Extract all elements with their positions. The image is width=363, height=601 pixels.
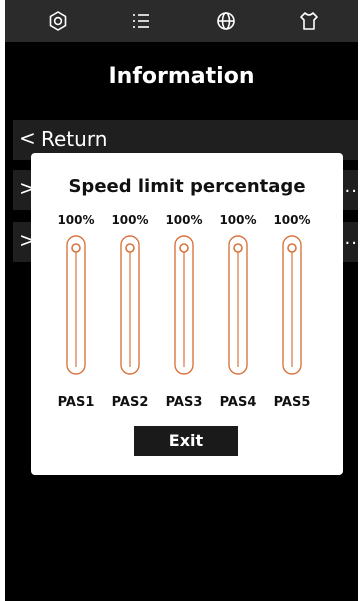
slider-pas2: 100% PAS2 bbox=[105, 213, 155, 413]
gear-icon[interactable] bbox=[47, 10, 69, 32]
slider-track[interactable] bbox=[174, 235, 194, 375]
slider-pas1: 100% PAS1 bbox=[51, 213, 101, 413]
page-title: Information bbox=[108, 64, 255, 89]
slider-pas3: 100% PAS3 bbox=[159, 213, 209, 413]
shirt-icon[interactable] bbox=[298, 10, 320, 32]
slider-value: 100% bbox=[111, 213, 149, 227]
slider-knob bbox=[71, 243, 81, 253]
right-gutter bbox=[358, 0, 363, 601]
slider-track[interactable] bbox=[66, 235, 86, 375]
slider-value: 100% bbox=[219, 213, 257, 227]
return-label: Return bbox=[41, 127, 108, 151]
slider-knob bbox=[179, 243, 189, 253]
slider-label: PAS3 bbox=[165, 395, 203, 410]
exit-button[interactable]: Exit bbox=[134, 426, 238, 456]
list-icon[interactable] bbox=[130, 10, 152, 32]
globe-icon[interactable] bbox=[215, 10, 237, 32]
app-screen: Information < Return > ... > ... Speed l… bbox=[0, 0, 363, 601]
chevron-left-icon: < bbox=[19, 126, 36, 150]
slider-label: PAS2 bbox=[111, 395, 149, 410]
slider-track[interactable] bbox=[120, 235, 140, 375]
slider-label: PAS4 bbox=[219, 395, 257, 410]
slider-knob bbox=[125, 243, 135, 253]
left-gutter bbox=[0, 0, 5, 601]
slider-track[interactable] bbox=[228, 235, 248, 375]
slider-label: PAS5 bbox=[273, 395, 311, 410]
slider-knob bbox=[287, 243, 297, 253]
slider-label: PAS1 bbox=[57, 395, 95, 410]
speed-limit-dialog: Speed limit percentage 100% PAS1 100% PA… bbox=[31, 153, 343, 475]
slider-value: 100% bbox=[165, 213, 203, 227]
slider-value: 100% bbox=[273, 213, 311, 227]
slider-track[interactable] bbox=[282, 235, 302, 375]
slider-value: 100% bbox=[57, 213, 95, 227]
dialog-title: Speed limit percentage bbox=[68, 176, 306, 197]
slider-pas4: 100% PAS4 bbox=[213, 213, 263, 413]
slider-knob bbox=[233, 243, 243, 253]
slider-pas5: 100% PAS5 bbox=[267, 213, 317, 413]
top-nav-bar bbox=[5, 0, 358, 42]
